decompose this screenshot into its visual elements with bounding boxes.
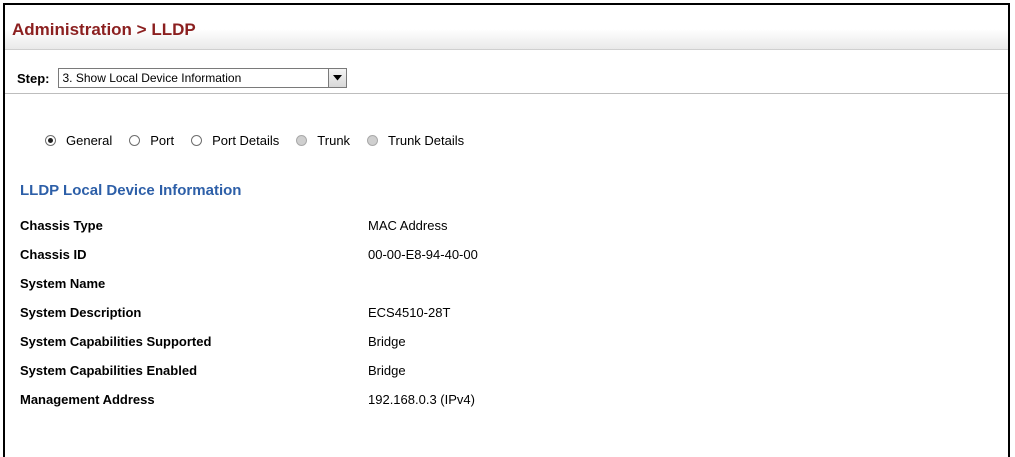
radio-port-details-button[interactable] (191, 135, 203, 146)
info-row-system-description: System Description ECS4510-28T (20, 298, 478, 327)
radio-port-details-label: Port Details (212, 133, 280, 148)
radio-trunk-details-label: Trunk Details (388, 133, 465, 148)
radio-trunk-button (296, 135, 308, 146)
radio-port[interactable]: Port (129, 133, 174, 148)
info-key: Chassis ID (20, 247, 87, 262)
step-bar: Step: 3. Show Local Device Information (5, 50, 1008, 94)
radio-port-button[interactable] (129, 135, 141, 146)
title-bar: Administration > LLDP (5, 5, 1008, 50)
info-key: System Description (20, 305, 142, 320)
info-row-capabilities-enabled: System Capabilities Enabled Bridge (20, 356, 478, 385)
info-row-system-name: System Name (20, 269, 478, 298)
radio-port-details[interactable]: Port Details (191, 133, 279, 148)
info-row-chassis-id: Chassis ID 00-00-E8-94-40-00 (20, 240, 478, 269)
info-value: MAC Address (368, 218, 448, 233)
info-value: 192.168.0.3 (IPv4) (368, 392, 475, 407)
info-key: Chassis Type (20, 218, 103, 233)
info-row-capabilities-supported: System Capabilities Supported Bridge (20, 327, 478, 356)
step-select[interactable]: 3. Show Local Device Information (57, 68, 347, 88)
radio-general-label: General (66, 133, 113, 148)
step-select-value: 3. Show Local Device Information (62, 71, 242, 85)
page-frame: Administration > LLDP Step: 3. Show Loca… (3, 3, 1010, 457)
step-label: Step: (17, 70, 50, 86)
info-value: Bridge (368, 363, 406, 378)
page-title: Administration > LLDP (12, 20, 196, 39)
view-radio-group: General Port Port Details Trunk Trunk De… (45, 133, 481, 148)
info-row-chassis-type: Chassis Type MAC Address (20, 211, 478, 240)
info-value: ECS4510-28T (368, 305, 451, 320)
radio-trunk: Trunk (296, 133, 350, 148)
radio-trunk-details-button (367, 135, 379, 146)
info-value: 00-00-E8-94-40-00 (368, 247, 478, 262)
radio-general-button[interactable] (45, 135, 56, 146)
section-title: LLDP Local Device Information (20, 182, 242, 199)
radio-trunk-details: Trunk Details (367, 133, 464, 148)
info-key: System Capabilities Enabled (20, 363, 198, 378)
info-key: Management Address (20, 392, 155, 407)
info-key: System Name (20, 276, 106, 291)
radio-trunk-label: Trunk (317, 133, 351, 148)
chevron-down-icon[interactable] (327, 69, 346, 87)
info-value: Bridge (368, 334, 406, 349)
device-info-table: Chassis Type MAC Address Chassis ID 00-0… (20, 211, 478, 414)
radio-port-label: Port (150, 133, 175, 148)
info-key: System Capabilities Supported (20, 334, 212, 349)
info-row-management-address: Management Address 192.168.0.3 (IPv4) (20, 385, 478, 414)
radio-general[interactable]: General (45, 133, 112, 148)
